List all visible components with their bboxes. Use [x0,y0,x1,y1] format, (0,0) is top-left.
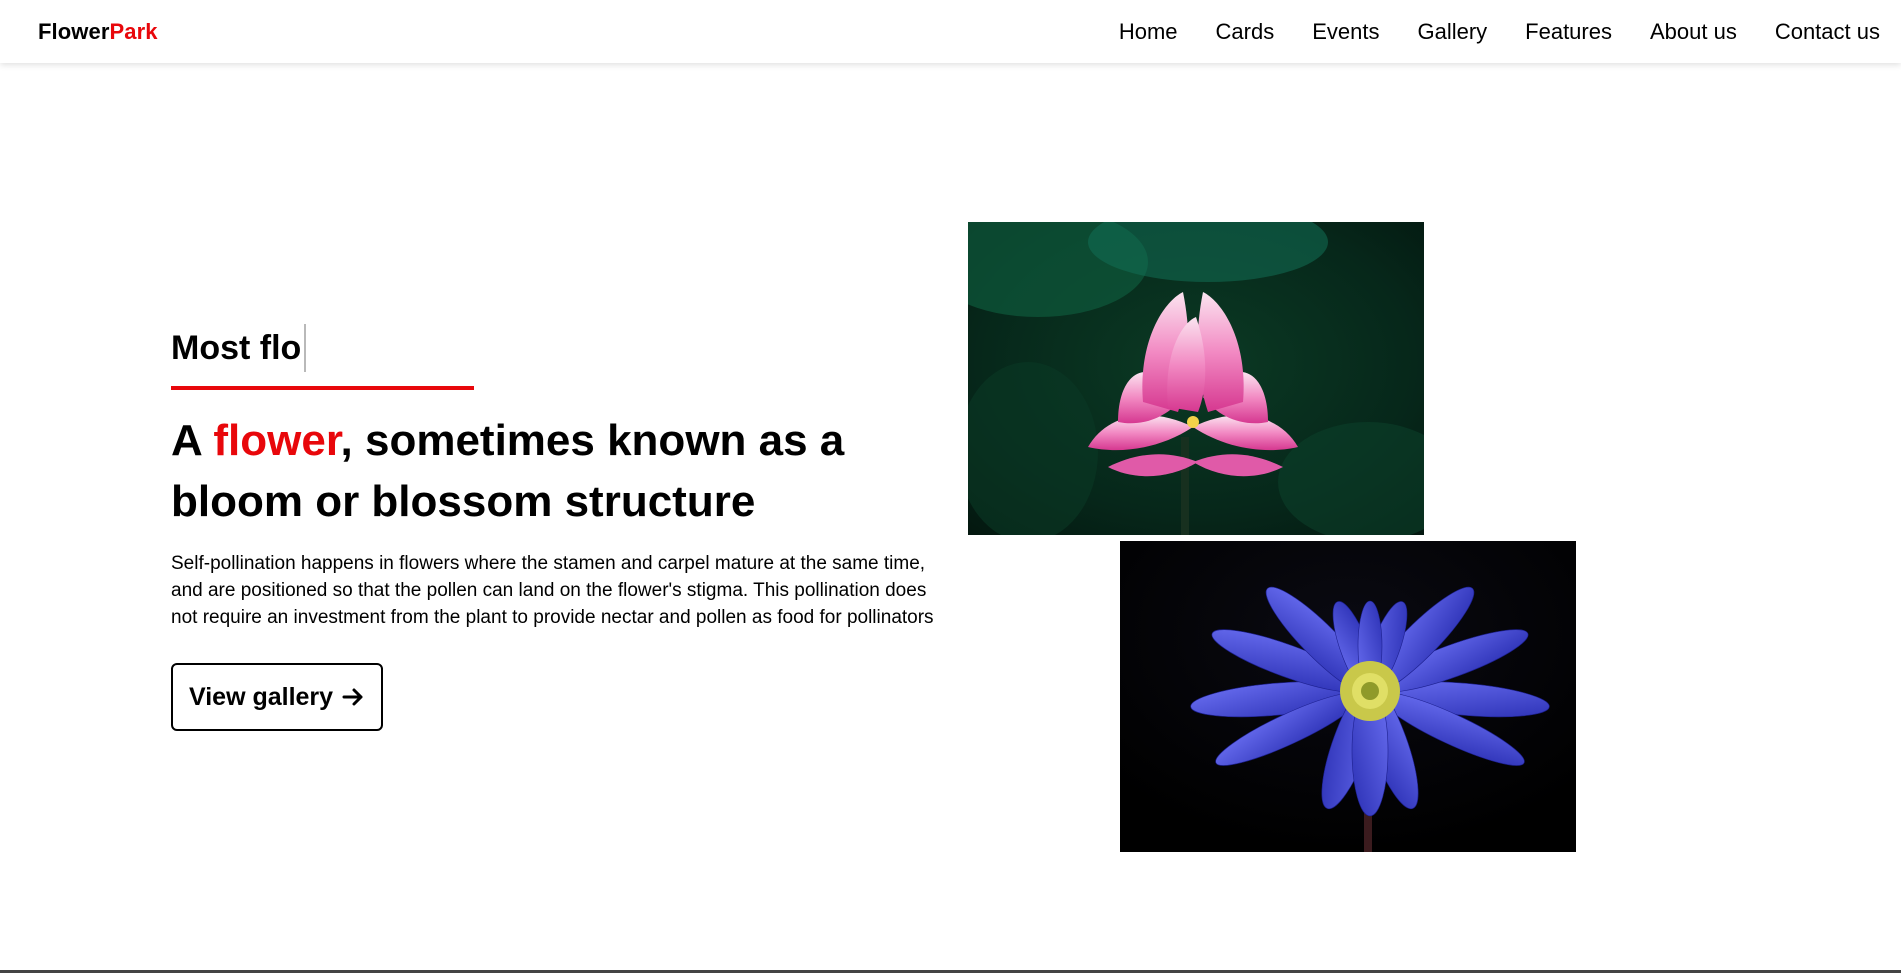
main-nav: Home Cards Events Gallery Features About… [1119,19,1880,45]
nav-contact-us[interactable]: Contact us [1775,19,1880,45]
nav-home[interactable]: Home [1119,19,1178,45]
typing-caret [304,324,307,372]
pink-lotus-photo [968,222,1424,535]
view-gallery-button[interactable]: View gallery [171,663,384,731]
nav-events[interactable]: Events [1312,19,1379,45]
heading-underline [171,386,474,390]
top-navbar: FlowerPark Home Cards Events Gallery Fea… [0,0,1901,63]
logo-flower: Flower [38,18,110,44]
logo-park: Park [109,18,158,44]
typed-heading: Most flo [171,320,961,376]
nav-gallery[interactable]: Gallery [1417,19,1487,45]
blue-anemone-photo [1120,541,1576,852]
nav-cards[interactable]: Cards [1216,19,1275,45]
hero-section: Most flo A flower, sometimes known as a … [171,320,961,731]
nav-features[interactable]: Features [1525,19,1612,45]
view-gallery-label: View gallery [189,682,334,711]
nav-about-us[interactable]: About us [1650,19,1737,45]
arrow-right-icon [342,688,363,706]
hero-description: Self-pollination happens in flowers wher… [171,553,934,628]
headline-pre: A [171,416,214,465]
headline-accent: flower [213,416,341,465]
site-logo[interactable]: FlowerPark [38,19,158,45]
typed-text: Most flo [171,328,302,367]
hero-headline: A flower, sometimes known as a bloom or … [171,410,961,532]
